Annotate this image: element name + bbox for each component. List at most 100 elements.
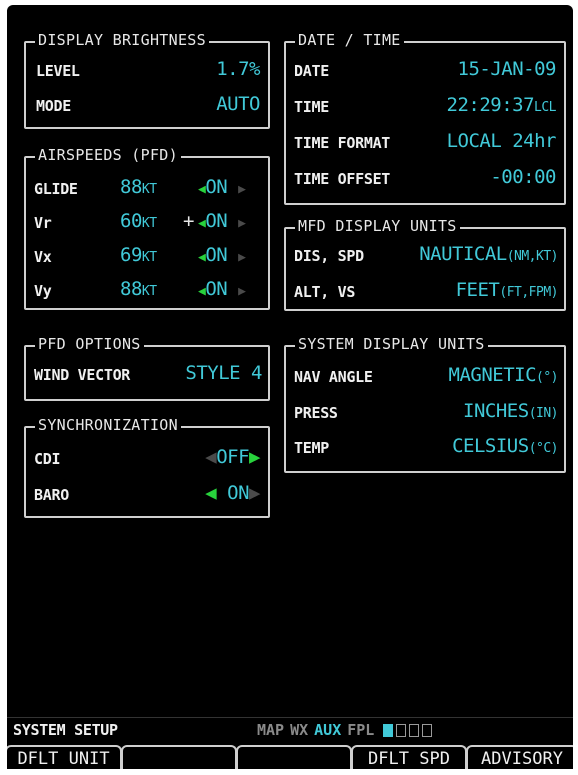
nav-angle-label: NAV ANGLE bbox=[294, 368, 373, 386]
right-arrow-icon: ▶ bbox=[238, 182, 246, 197]
airspeed-number: 69 bbox=[120, 244, 142, 266]
airspeed-label: Vx bbox=[34, 248, 52, 266]
airspeed-label: Vr bbox=[34, 214, 52, 232]
page-square-icon bbox=[409, 724, 420, 737]
airspeed-number: 88 bbox=[120, 278, 142, 300]
right-arrow-icon: ▶ bbox=[249, 446, 260, 468]
date-time-panel: DATE / TIME DATE 15-JAN-09 TIME 22:29:37… bbox=[284, 31, 566, 205]
softkey-blank-2[interactable] bbox=[121, 745, 237, 769]
pfd-options-panel: PFD OPTIONS WIND VECTOR STYLE 4 bbox=[24, 335, 270, 401]
alt-vs-value[interactable]: FEET(FT,FPM) bbox=[455, 279, 559, 301]
plus-indicator: + bbox=[183, 210, 194, 232]
temp-unit: (°C) bbox=[528, 441, 559, 456]
nav-angle-value-text: MAGNETIC bbox=[448, 364, 537, 386]
airspeed-label: Vy bbox=[34, 282, 52, 300]
mode-label: MODE bbox=[36, 97, 71, 115]
dis-spd-label: DIS, SPD bbox=[294, 247, 364, 265]
cdi-label: CDI bbox=[34, 450, 61, 468]
time-value-text: 22:29:37 bbox=[446, 94, 535, 116]
page-square-icon bbox=[383, 724, 394, 737]
alt-vs-label: ALT, VS bbox=[294, 283, 356, 301]
temp-label: TEMP bbox=[294, 439, 329, 457]
mfd-display-units-panel: MFD DISPLAY UNITS DIS, SPD NAUTICAL(NM,K… bbox=[284, 217, 566, 311]
airspeed-unit: KT bbox=[141, 216, 157, 231]
time-offset-label: TIME OFFSET bbox=[294, 170, 391, 188]
page-square-icon bbox=[396, 724, 407, 737]
baro-value: ON bbox=[227, 482, 250, 504]
page-group-map: MAP bbox=[257, 721, 285, 739]
mode-value[interactable]: AUTO bbox=[216, 93, 260, 115]
panel-title: PFD OPTIONS bbox=[35, 335, 144, 353]
mfd-screen: DISPLAY BRIGHTNESS LEVEL 1.7% MODE AUTO … bbox=[7, 5, 573, 769]
airspeed-label: GLIDE bbox=[34, 180, 78, 198]
airspeed-toggle[interactable]: ◀ON ▶ bbox=[198, 244, 246, 266]
softkey-blank-3[interactable] bbox=[236, 745, 352, 769]
date-value[interactable]: 15-JAN-09 bbox=[458, 58, 557, 80]
time-offset-value[interactable]: -00:00 bbox=[490, 166, 556, 188]
airspeed-state: ON bbox=[205, 210, 228, 232]
panel-title: MFD DISPLAY UNITS bbox=[295, 217, 460, 235]
cdi-toggle[interactable]: ◀OFF▶ bbox=[205, 446, 260, 468]
page-square-icon bbox=[422, 724, 433, 737]
baro-toggle[interactable]: ◀ ON▶ bbox=[205, 482, 260, 504]
airspeed-unit: KT bbox=[141, 182, 157, 197]
left-arrow-icon: ◀ bbox=[205, 482, 217, 504]
airspeed-unit: KT bbox=[141, 250, 157, 265]
system-display-units-panel: SYSTEM DISPLAY UNITS NAV ANGLE MAGNETIC(… bbox=[284, 335, 566, 473]
panel-title: DATE / TIME bbox=[295, 31, 404, 49]
softkey-dflt-unit[interactable]: DFLT UNIT bbox=[7, 745, 122, 769]
softkey-advisory[interactable]: ADVISORY bbox=[466, 745, 573, 769]
time-suffix: LCL bbox=[534, 100, 556, 115]
right-arrow-icon: ▶ bbox=[249, 482, 260, 504]
display-brightness-panel: DISPLAY BRIGHTNESS LEVEL 1.7% MODE AUTO bbox=[24, 31, 270, 129]
level-label: LEVEL bbox=[36, 62, 80, 80]
airspeeds-panel: AIRSPEEDS (PFD) GLIDE 88KT ◀ON ▶ Vr 60KT + ◀ON… bbox=[24, 146, 270, 310]
nav-angle-value[interactable]: MAGNETIC(°) bbox=[449, 364, 559, 386]
time-format-value[interactable]: LOCAL 24hr bbox=[447, 130, 557, 152]
airspeed-number: 60 bbox=[120, 210, 142, 232]
date-label: DATE bbox=[294, 62, 329, 80]
cdi-value: OFF bbox=[216, 446, 250, 468]
page-name: SYSTEM SETUP bbox=[13, 721, 118, 739]
airspeed-state: ON bbox=[205, 278, 228, 300]
airspeed-unit: KT bbox=[141, 284, 157, 299]
airspeed-toggle[interactable]: ◀ON ▶ bbox=[198, 278, 246, 300]
page-group-indicator: MAP WX AUX FPL bbox=[257, 721, 433, 739]
softkey-dflt-spd[interactable]: DFLT SPD bbox=[351, 745, 467, 769]
time-label: TIME bbox=[294, 98, 329, 116]
temp-value[interactable]: CELSIUS(°C) bbox=[452, 435, 558, 457]
panel-title: AIRSPEEDS (PFD) bbox=[35, 146, 181, 164]
left-arrow-icon: ◀ bbox=[205, 446, 217, 468]
panel-title: DISPLAY BRIGHTNESS bbox=[35, 31, 209, 49]
dis-spd-unit: (NM,KT) bbox=[506, 249, 559, 264]
press-label: PRESS bbox=[294, 404, 338, 422]
airspeed-value[interactable]: 69KT bbox=[120, 244, 157, 266]
alt-vs-value-text: FEET bbox=[455, 279, 500, 301]
airspeed-toggle[interactable]: ◀ON ▶ bbox=[198, 210, 246, 232]
press-unit: (IN) bbox=[528, 406, 559, 421]
airspeed-value[interactable]: 88KT bbox=[120, 176, 157, 198]
softkey-bar: DFLT UNIT DFLT SPD ADVISORY bbox=[7, 742, 573, 769]
airspeed-number: 88 bbox=[120, 176, 142, 198]
airspeed-toggle[interactable]: ◀ON ▶ bbox=[198, 176, 246, 198]
airspeed-value[interactable]: 60KT bbox=[120, 210, 157, 232]
page-group-fpl: FPL bbox=[347, 721, 375, 739]
airspeed-state: ON bbox=[205, 244, 228, 266]
right-arrow-icon: ▶ bbox=[238, 250, 246, 265]
temp-value-text: CELSIUS bbox=[452, 435, 529, 457]
level-value[interactable]: 1.7% bbox=[216, 58, 260, 80]
wind-vector-label: WIND VECTOR bbox=[34, 366, 131, 384]
right-arrow-icon: ▶ bbox=[238, 284, 246, 299]
time-value: 22:29:37LCL bbox=[447, 94, 557, 116]
wind-vector-value[interactable]: STYLE 4 bbox=[185, 362, 262, 384]
press-value[interactable]: INCHES(IN) bbox=[463, 400, 558, 422]
panel-title: SYSTEM DISPLAY UNITS bbox=[295, 335, 488, 353]
dis-spd-value[interactable]: NAUTICAL(NM,KT) bbox=[419, 243, 558, 265]
dis-spd-value-text: NAUTICAL bbox=[419, 243, 507, 265]
airspeed-state: ON bbox=[205, 176, 228, 198]
status-bar: SYSTEM SETUP MAP WX AUX FPL bbox=[7, 717, 573, 742]
press-value-text: INCHES bbox=[463, 400, 529, 422]
synchronization-panel: SYNCHRONIZATION CDI ◀OFF▶ BARO ◀ ON▶ bbox=[24, 416, 270, 518]
airspeed-value[interactable]: 88KT bbox=[120, 278, 157, 300]
alt-vs-unit: (FT,FPM) bbox=[499, 285, 558, 300]
